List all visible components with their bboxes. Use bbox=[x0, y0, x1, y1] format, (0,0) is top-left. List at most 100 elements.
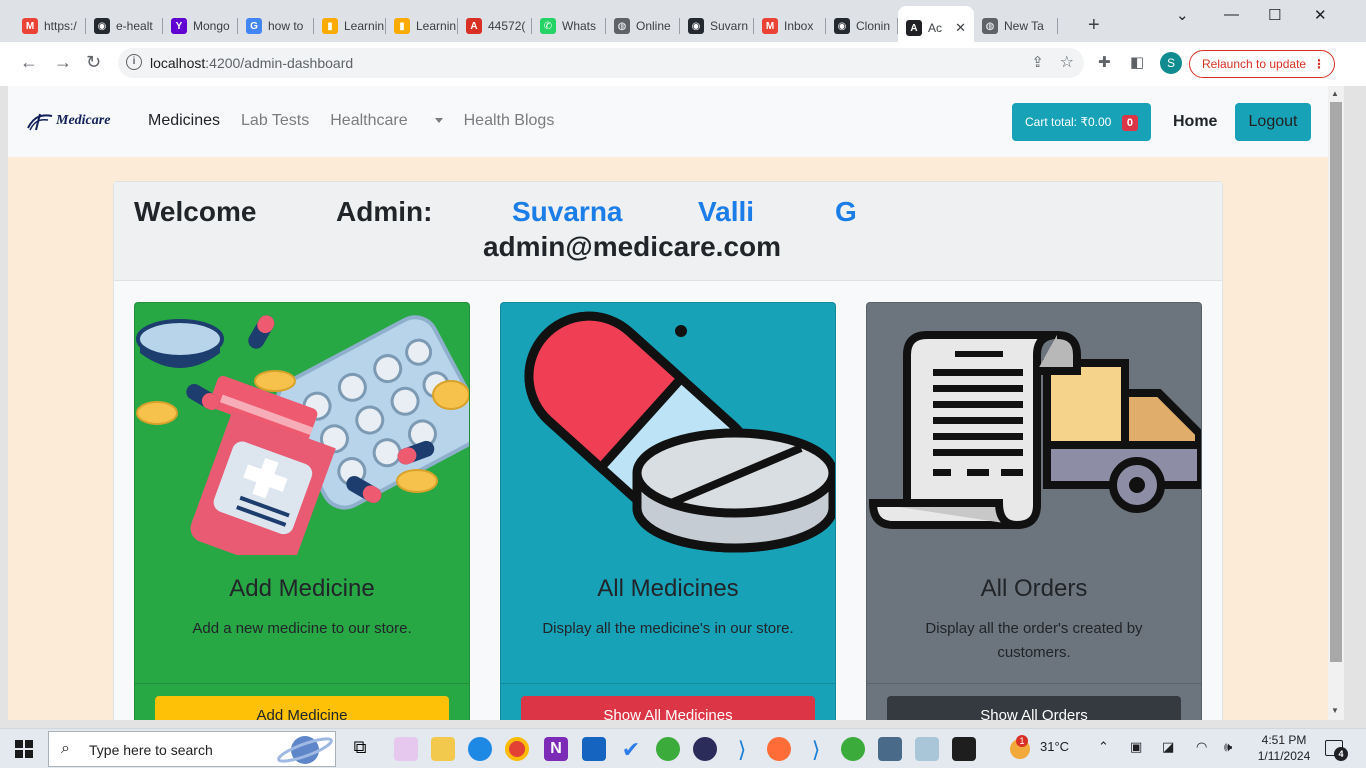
eclipse-icon[interactable] bbox=[693, 737, 717, 761]
task-view-icon[interactable]: ⧉ bbox=[348, 737, 372, 761]
browser-tab[interactable]: M Inbox bbox=[754, 10, 826, 42]
weather-temperature[interactable]: 31°C bbox=[1040, 739, 1069, 754]
windows-taskbar: ⌕ Type here to search ⧉ N ✔ ⟩ ⟩ 1 31°C ⌃… bbox=[0, 728, 1366, 768]
nav-link-health-blogs[interactable]: Health Blogs bbox=[464, 112, 555, 130]
volume-icon[interactable]: 🕪 bbox=[1224, 739, 1232, 755]
admin-label: Admin: bbox=[336, 196, 433, 227]
profile-avatar[interactable]: S bbox=[1160, 52, 1182, 74]
file-explorer-icon[interactable] bbox=[431, 737, 455, 761]
browser-tab[interactable]: ▮ Learnin bbox=[314, 10, 386, 42]
scroll-up-arrow-icon[interactable]: ▲ bbox=[1331, 89, 1339, 98]
new-tab-button[interactable]: + bbox=[1088, 14, 1100, 37]
postman-icon[interactable] bbox=[767, 737, 791, 761]
taskbar-search-box[interactable]: ⌕ Type here to search bbox=[48, 731, 336, 767]
sticky-app-icon[interactable] bbox=[915, 737, 939, 761]
browser-tab[interactable]: Mhttps:/ bbox=[14, 10, 86, 42]
browser-tab[interactable]: ▮ Learnin bbox=[386, 10, 458, 42]
all-medicines-card: All Medicines Display all the medicine's… bbox=[500, 302, 836, 720]
brand-logo[interactable]: Medicare bbox=[24, 110, 110, 132]
notification-center-icon[interactable]: 4 bbox=[1325, 740, 1348, 761]
tab-label: e-healt bbox=[116, 19, 153, 33]
snipping-tool-icon[interactable] bbox=[394, 737, 418, 761]
taskbar-clock[interactable]: 4:51 PM 1/11/2024 bbox=[1256, 732, 1312, 764]
reload-button[interactable]: ↻ bbox=[86, 52, 101, 73]
vscode-second-icon[interactable]: ⟩ bbox=[804, 737, 828, 762]
show-all-medicines-button[interactable]: Show All Medicines bbox=[521, 696, 815, 720]
page-viewport: Medicare Medicines Lab Tests Healthcare … bbox=[8, 86, 1328, 720]
side-panel-icon[interactable]: ◧ bbox=[1130, 53, 1144, 71]
onenote-icon[interactable]: N bbox=[544, 737, 568, 761]
browser-tab[interactable]: A 44572( bbox=[458, 10, 532, 42]
browser-tab[interactable]: A Ac ✕ bbox=[898, 6, 974, 46]
vscode-icon[interactable]: ⟩ bbox=[730, 737, 754, 762]
admin-first-name: Suvarna bbox=[512, 196, 623, 227]
card-description: Display all the medicine's in our store. bbox=[542, 620, 794, 637]
browser-tab[interactable]: ◉ Clonin bbox=[826, 10, 898, 42]
add-medicine-card: Add Medicine Add a new medicine to our s… bbox=[134, 302, 470, 720]
mail-icon[interactable] bbox=[582, 737, 606, 761]
tray-app-icon[interactable]: ◪ bbox=[1162, 739, 1174, 755]
tab-label: how to bbox=[268, 19, 304, 33]
browser-tab[interactable]: ◍ Online bbox=[606, 10, 680, 42]
tab-label: Online bbox=[636, 19, 671, 33]
tab-list: Mhttps:/ ◉ e-healt Y Mongo Ghow to ▮ Learnin ▮ Le… bbox=[14, 6, 1058, 46]
browser-tab[interactable]: ◍ New Ta bbox=[974, 10, 1058, 42]
logout-button[interactable]: Logout bbox=[1235, 103, 1311, 141]
close-tab-icon[interactable]: ✕ bbox=[955, 20, 966, 36]
meet-now-icon[interactable]: ▣ bbox=[1130, 739, 1142, 755]
tab-label: Learnin bbox=[344, 19, 385, 33]
share-icon[interactable]: ⇪ bbox=[1031, 53, 1044, 71]
caret-down-icon bbox=[434, 118, 443, 124]
browser-tab[interactable]: Ghow to bbox=[238, 10, 314, 42]
brand-name: Medicare bbox=[56, 113, 111, 128]
pdf-icon: A bbox=[466, 18, 482, 34]
analytics-icon: ▮ bbox=[322, 18, 338, 34]
browser-tab[interactable]: ◉ e-healt bbox=[86, 10, 163, 42]
address-bar[interactable]: i localhost:4200/admin-dashboard ⇪ ☆ bbox=[118, 48, 1084, 78]
scrollbar-thumb[interactable] bbox=[1330, 102, 1342, 662]
capsule-pill-illustration bbox=[524, 311, 835, 553]
windows-start-icon[interactable] bbox=[15, 740, 33, 758]
home-link[interactable]: Home bbox=[1173, 113, 1217, 131]
tray-chevron-up-icon[interactable]: ⌃ bbox=[1098, 739, 1109, 755]
card-footer: Add Medicine bbox=[135, 683, 469, 720]
wifi-icon[interactable]: ◠ bbox=[1196, 739, 1207, 755]
site-info-icon[interactable]: i bbox=[126, 54, 142, 70]
tab-search-chevron-icon[interactable]: ⌄ bbox=[1176, 6, 1189, 24]
bookmark-star-icon[interactable]: ☆ bbox=[1060, 52, 1074, 72]
browser-tab[interactable]: ◉ Suvarn bbox=[680, 10, 754, 42]
scroll-down-arrow-icon[interactable]: ▼ bbox=[1331, 706, 1339, 715]
nav-link-healthcare[interactable]: Healthcare bbox=[330, 112, 443, 130]
edge-icon[interactable] bbox=[468, 737, 492, 761]
browser-tab[interactable]: Y Mongo bbox=[163, 10, 238, 42]
terminal-icon[interactable] bbox=[952, 737, 976, 761]
page-scrollbar[interactable]: ▲ ▼ bbox=[1328, 86, 1344, 720]
mysql-workbench-icon[interactable] bbox=[878, 737, 902, 761]
tab-separator bbox=[1057, 18, 1058, 34]
url-text[interactable]: localhost:4200/admin-dashboard bbox=[150, 55, 353, 71]
globe-icon: ◍ bbox=[982, 18, 998, 34]
nav-link-lab-tests[interactable]: Lab Tests bbox=[241, 112, 309, 130]
todo-icon[interactable]: ✔ bbox=[619, 737, 643, 762]
card-footer: Show All Medicines bbox=[501, 683, 835, 720]
forward-button[interactable]: → bbox=[54, 52, 72, 73]
cart-total-button[interactable]: Cart total: ₹0.00 0 bbox=[1012, 103, 1151, 141]
admin-last-initial: G bbox=[835, 196, 857, 227]
maximize-button[interactable]: ☐ bbox=[1268, 6, 1281, 24]
tab-label: Inbox bbox=[784, 19, 814, 33]
browser-tab[interactable]: ✆ Whats bbox=[532, 10, 606, 42]
chrome-icon[interactable] bbox=[505, 737, 529, 761]
extensions-puzzle-icon[interactable]: ✚ bbox=[1098, 53, 1111, 71]
back-button[interactable]: ← bbox=[20, 52, 38, 73]
minimize-button[interactable]: — bbox=[1224, 6, 1239, 23]
menu-dots-icon[interactable]: ⋮ bbox=[1313, 51, 1325, 77]
close-window-button[interactable]: ✕ bbox=[1314, 6, 1327, 24]
show-all-orders-button[interactable]: Show All Orders bbox=[887, 696, 1181, 720]
add-medicine-button[interactable]: Add Medicine bbox=[155, 696, 449, 720]
mongodb-icon[interactable] bbox=[841, 737, 865, 761]
card-description: Add a new medicine to our store. bbox=[192, 620, 412, 637]
nav-link-medicines[interactable]: Medicines bbox=[148, 112, 220, 130]
mongodb-compass-icon[interactable] bbox=[656, 737, 680, 761]
browser-toolbar: ← → ↻ i localhost:4200/admin-dashboard ⇪… bbox=[0, 42, 1366, 86]
relaunch-to-update-button[interactable]: Relaunch to update ⋮ bbox=[1189, 50, 1335, 78]
